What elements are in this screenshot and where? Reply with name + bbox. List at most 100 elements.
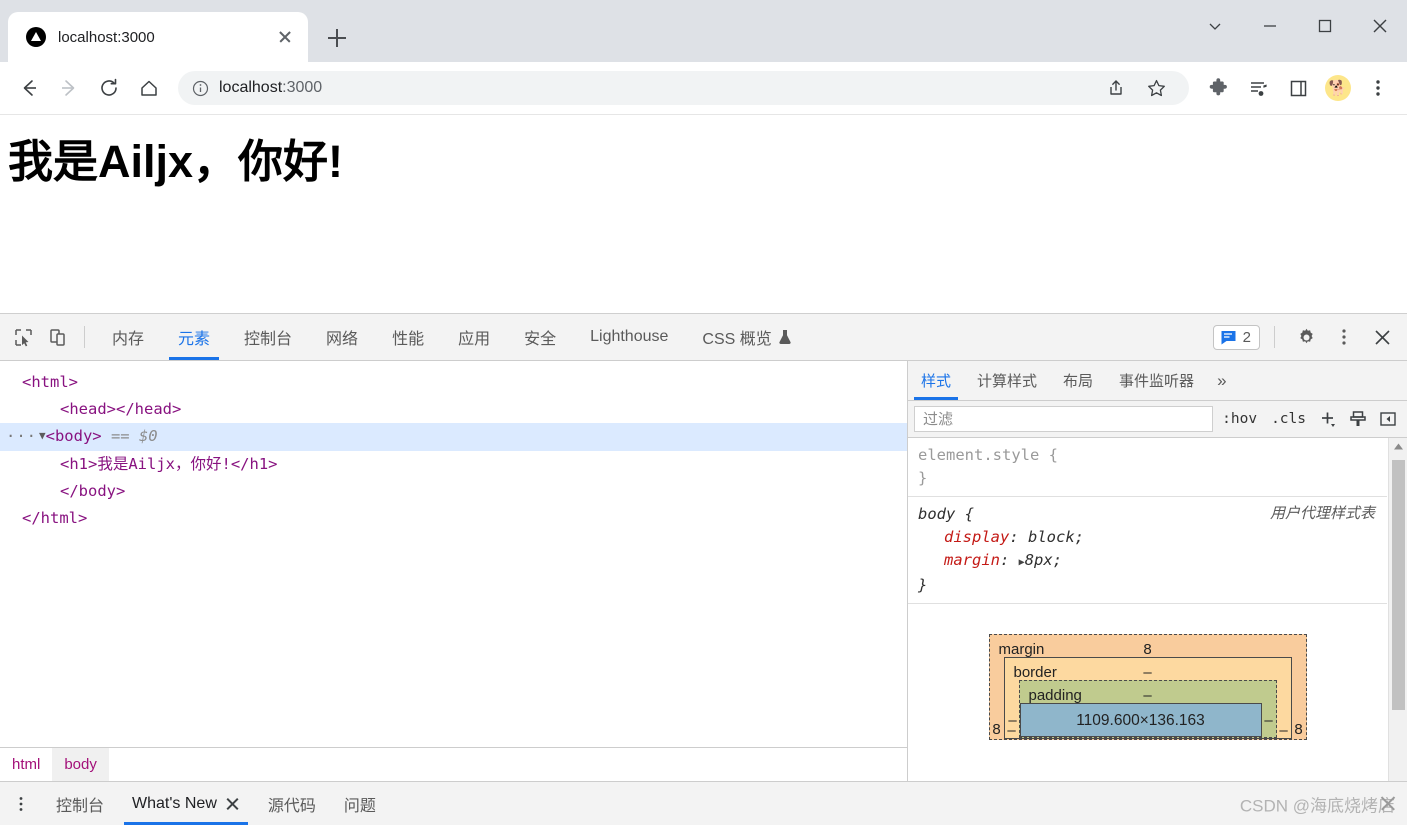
browser-toolbar: localhost:3000 🐕 (0, 62, 1407, 114)
url-port: :3000 (282, 79, 322, 97)
dom-node-html-close[interactable]: </html> (0, 505, 907, 532)
dom-node-body-open[interactable]: ···▼<body> == $0 (0, 423, 907, 451)
devtools-tab-security[interactable]: 安全 (507, 314, 573, 360)
dom-tree[interactable]: <html> <head></head> ···▼<body> == $0 <h… (0, 361, 907, 747)
devtools-tab-network[interactable]: 网络 (309, 314, 375, 360)
breadcrumb-item-body[interactable]: body (52, 748, 109, 781)
breadcrumb-item-html[interactable]: html (0, 748, 52, 781)
devtools-tab-memory[interactable]: 内存 (95, 314, 161, 360)
styles-rules[interactable]: element.style { } 用户代理样式表 body { display… (908, 438, 1407, 781)
tab-label: 元素 (178, 325, 210, 349)
devtools-tab-lighthouse[interactable]: Lighthouse (573, 314, 685, 360)
styles-more-tabs-icon[interactable]: » (1207, 361, 1236, 400)
box-model-margin[interactable]: margin 8 border – padding – – (989, 634, 1307, 740)
styles-tab-event-listeners[interactable]: 事件监听器 (1106, 361, 1207, 400)
minimize-icon[interactable] (1242, 0, 1297, 52)
devtools-more-icon[interactable] (1327, 320, 1361, 354)
css-value: block; (1028, 528, 1084, 546)
devtools-tab-console[interactable]: 控制台 (227, 314, 309, 360)
cls-toggle-button[interactable]: .cls (1266, 411, 1311, 427)
box-model-border-right: – (1277, 713, 1291, 747)
watermark-text: CSDN @海底烧烤店 (1240, 791, 1395, 816)
style-rule-element-style[interactable]: element.style { } (908, 438, 1387, 497)
browser-window: localhost:3000 (0, 0, 1407, 825)
message-count-badge[interactable]: 2 (1213, 325, 1260, 350)
styles-tab-layout[interactable]: 布局 (1050, 361, 1106, 400)
box-model-padding[interactable]: padding – – 1109.600×136.163 – (1019, 680, 1277, 738)
watermark: CSDN @海底烧烤店 (1240, 791, 1397, 816)
tab-label: 源代码 (268, 792, 316, 816)
tab-search-icon[interactable] (1187, 0, 1242, 52)
styles-tab-list: 样式 计算样式 布局 事件监听器 » (908, 361, 1407, 401)
dom-node-text: </html> (22, 509, 87, 527)
devtools-tab-application[interactable]: 应用 (441, 314, 507, 360)
box-model-margin-right: 8 (1292, 712, 1306, 746)
scrollbar-thumb[interactable] (1392, 460, 1405, 710)
tab-label: 控制台 (244, 325, 292, 349)
tab-label: 控制台 (56, 792, 104, 816)
box-model-diagram: margin 8 border – padding – – (908, 604, 1387, 740)
hov-toggle-button[interactable]: :hov (1217, 411, 1262, 427)
close-window-icon[interactable] (1352, 0, 1407, 52)
drawer-menu-icon[interactable] (0, 782, 42, 825)
browser-menu-icon[interactable] (1359, 69, 1397, 107)
dom-node-body-close[interactable]: </body> (0, 478, 907, 505)
site-info-icon[interactable] (192, 80, 209, 97)
devtools-tab-performance[interactable]: 性能 (375, 314, 441, 360)
device-toolbar-icon[interactable] (40, 320, 74, 354)
styles-tab-styles[interactable]: 样式 (908, 361, 964, 400)
dom-node-html-open[interactable]: <html> (0, 369, 907, 396)
tab-label: 计算样式 (977, 370, 1037, 391)
box-model-border[interactable]: border – padding – – 1109.600×136.163 – (1004, 657, 1292, 739)
css-declaration[interactable]: margin: ▶8px; (918, 549, 1377, 574)
dom-node-head[interactable]: <head></head> (0, 396, 907, 423)
close-tab-icon[interactable] (272, 24, 298, 50)
expand-twisty-icon[interactable]: ▼ (39, 422, 46, 449)
devtools-tab-elements[interactable]: 元素 (161, 314, 227, 360)
drawer-tab-issues[interactable]: 问题 (330, 782, 390, 825)
devtools-tab-css-overview[interactable]: CSS 概览 (685, 314, 808, 360)
new-style-rule-icon[interactable] (1315, 406, 1341, 432)
box-model-content-size[interactable]: 1109.600×136.163 (1020, 703, 1262, 737)
reload-icon[interactable] (90, 69, 128, 107)
styles-filter-input[interactable] (914, 406, 1213, 432)
message-count: 2 (1243, 329, 1251, 346)
browser-tab[interactable]: localhost:3000 (8, 12, 308, 62)
css-declaration[interactable]: display: block; (918, 526, 1377, 549)
tab-label: 性能 (392, 325, 424, 349)
drawer-tab-sources[interactable]: 源代码 (254, 782, 330, 825)
side-panel-icon[interactable] (1279, 69, 1317, 107)
devtools-tab-list: 内存 元素 控制台 网络 性能 应用 安全 Lighthouse CSS 概览 (95, 314, 809, 360)
drawer-tab-console[interactable]: 控制台 (42, 782, 118, 825)
close-tab-icon[interactable] (225, 796, 240, 811)
close-devtools-icon[interactable] (1365, 320, 1399, 354)
color-picker-icon[interactable] (1345, 406, 1371, 432)
styles-scrollbar[interactable] (1388, 438, 1407, 781)
breadcrumb-label: body (64, 756, 97, 773)
dom-node-h1[interactable]: <h1>我是Ailjx，你好!</h1> (0, 451, 907, 478)
triangle-favicon (26, 27, 46, 47)
toggle-pane-icon[interactable] (1375, 406, 1401, 432)
extensions-icon[interactable] (1199, 69, 1237, 107)
gear-icon[interactable] (1289, 320, 1323, 354)
devtools-body: <html> <head></head> ···▼<body> == $0 <h… (0, 361, 1407, 781)
home-icon[interactable] (130, 69, 168, 107)
back-icon[interactable] (10, 69, 48, 107)
share-icon[interactable] (1097, 69, 1135, 107)
bookmark-star-icon[interactable] (1137, 69, 1175, 107)
inspect-element-icon[interactable] (6, 320, 40, 354)
speech-bubble-icon (1220, 329, 1237, 346)
drawer-tab-whats-new[interactable]: What's New (118, 782, 254, 825)
address-bar[interactable]: localhost:3000 (178, 71, 1189, 105)
styles-tab-computed[interactable]: 计算样式 (964, 361, 1050, 400)
maximize-icon[interactable] (1297, 0, 1352, 52)
forward-icon[interactable] (50, 69, 88, 107)
tab-label: 安全 (524, 325, 556, 349)
avatar-glyph: 🐕 (1325, 75, 1351, 101)
scroll-up-arrow-icon[interactable] (1389, 438, 1407, 455)
style-rule-body[interactable]: 用户代理样式表 body { display: block; margin: ▶… (908, 497, 1387, 604)
media-control-icon[interactable] (1239, 69, 1277, 107)
new-tab-button[interactable] (318, 19, 356, 57)
tab-label: 问题 (344, 792, 376, 816)
avatar[interactable]: 🐕 (1319, 69, 1357, 107)
